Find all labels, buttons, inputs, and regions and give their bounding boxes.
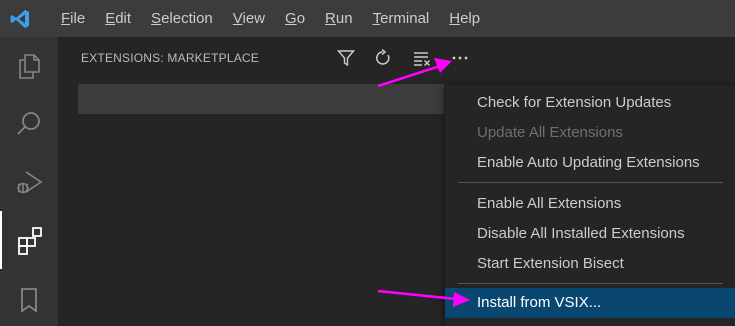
menu-view[interactable]: View — [223, 0, 275, 37]
menu-mnemonic: H — [449, 10, 461, 27]
menu-terminal[interactable]: Terminal — [363, 0, 440, 37]
menu-label-rest: iew — [242, 10, 266, 27]
menu-mnemonic: E — [105, 10, 116, 27]
extensions-icon[interactable] — [0, 211, 58, 269]
menu-label-rest: ile — [70, 10, 86, 27]
clear-list-icon[interactable] — [411, 47, 433, 69]
menu-item-check-updates[interactable]: Check for Extension Updates — [445, 88, 735, 118]
menu-bar: File Edit Selection View Go Run Terminal… — [0, 0, 735, 37]
vscode-window: File Edit Selection View Go Run Terminal… — [0, 0, 735, 326]
extensions-sidebar: EXTENSIONS: MARKETPLACE — [58, 37, 469, 326]
menu-items: File Edit Selection View Go Run Terminal… — [40, 0, 490, 37]
menu-separator — [458, 182, 723, 183]
menu-help[interactable]: Help — [439, 0, 490, 37]
activity-bar — [0, 37, 58, 326]
menu-mnemonic: T — [372, 10, 381, 27]
run-debug-icon[interactable] — [0, 153, 58, 211]
menu-mnemonic: F — [61, 10, 71, 27]
menu-edit[interactable]: Edit — [95, 0, 141, 37]
sidebar-title: EXTENSIONS: MARKETPLACE — [81, 51, 259, 65]
extensions-search-input[interactable] — [78, 84, 444, 114]
menu-go[interactable]: Go — [275, 0, 315, 37]
menu-mnemonic: R — [325, 10, 336, 27]
menu-item-update-all: Update All Extensions — [477, 124, 623, 141]
menu-label-rest: elp — [460, 10, 481, 27]
menu-label-rest: o — [296, 10, 306, 27]
menu-label-rest: erminal — [380, 10, 430, 27]
search-icon[interactable] — [0, 95, 58, 153]
menu-item-start-bisect[interactable]: Start Extension Bisect — [445, 249, 735, 279]
refresh-icon[interactable] — [372, 47, 394, 69]
more-actions-context-menu: Check for Extension Updates Update All E… — [445, 85, 735, 326]
menu-label-rest: un — [335, 10, 353, 27]
menu-label-rest: election — [161, 10, 213, 27]
filter-icon[interactable] — [335, 47, 357, 69]
menu-mnemonic: V — [232, 10, 243, 27]
vscode-logo-icon — [0, 0, 40, 37]
menu-mnemonic: G — [285, 10, 297, 27]
menu-separator — [458, 283, 723, 284]
menu-run[interactable]: Run — [315, 0, 363, 37]
more-actions-icon[interactable] — [449, 47, 471, 69]
explorer-icon[interactable] — [0, 37, 58, 95]
bookmark-icon[interactable] — [0, 269, 58, 326]
menu-item-enable-all[interactable]: Enable All Extensions — [445, 189, 735, 219]
menu-file[interactable]: File — [51, 0, 95, 37]
menu-selection[interactable]: Selection — [141, 0, 223, 37]
menu-item-enable-auto-updating[interactable]: Enable Auto Updating Extensions — [445, 148, 735, 178]
menu-mnemonic: S — [151, 10, 162, 27]
menu-item-disable-all[interactable]: Disable All Installed Extensions — [445, 219, 735, 249]
menu-item-install-from-vsix[interactable]: Install from VSIX... — [445, 288, 735, 318]
menu-label-rest: dit — [115, 10, 132, 27]
